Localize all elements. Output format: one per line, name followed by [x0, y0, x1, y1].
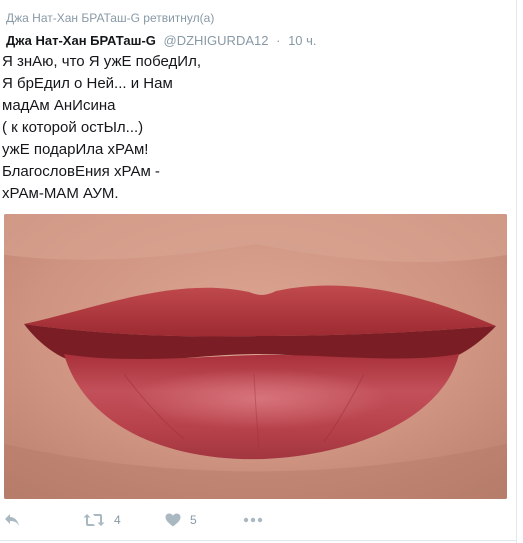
more-button[interactable]: [243, 508, 263, 532]
tweet-text: Я знАю, что Я ужЕ победИл, Я брЕдил о Не…: [2, 51, 201, 205]
tweet-card[interactable]: Джа Нат-Хан БРАТаш-G ретвитнул(а) Джа На…: [0, 0, 517, 543]
lips-photo: [4, 214, 507, 499]
tweet-text-line: ужЕ подарИла хРАм!: [2, 141, 149, 158]
like-count: 5: [190, 513, 197, 527]
retweet-button[interactable]: 4: [83, 508, 121, 532]
more-dots-icon: [243, 517, 263, 523]
author-handle[interactable]: @DZHIGURDA12: [164, 33, 269, 48]
heart-icon: [165, 513, 181, 527]
card-bottom-divider: [0, 540, 516, 541]
tweet-timestamp[interactable]: 10 ч.: [288, 33, 316, 48]
author-name[interactable]: Джа Нат-Хан БРАТаш-G: [6, 33, 156, 48]
retweet-count: 4: [114, 513, 121, 527]
retweet-context: Джа Нат-Хан БРАТаш-G ретвитнул(а): [6, 11, 215, 25]
tweet-header: Джа Нат-Хан БРАТаш-G @DZHIGURDA12 · 10 ч…: [6, 33, 317, 48]
retweet-icon: [83, 513, 105, 527]
tweet-text-line: Я знАю, что Я ужЕ победИл,: [2, 53, 202, 70]
tweet-text-line: Я брЕдил о Ней... и Нам: [2, 75, 173, 92]
tweet-text-line: хРАм-МАМ АУМ.: [2, 185, 119, 202]
like-button[interactable]: 5: [165, 508, 197, 532]
tweet-actions: 4 5: [0, 508, 516, 532]
tweet-media-photo[interactable]: [4, 214, 507, 499]
tweet-text-line: БлагословЕния хРАм -: [2, 163, 160, 180]
reply-button[interactable]: [4, 508, 20, 532]
header-separator: ·: [276, 33, 281, 48]
tweet-text-line: ( к которой остЫл...): [2, 119, 144, 136]
reply-icon: [4, 513, 20, 527]
tweet-text-line: мадАм АнИсина: [2, 97, 116, 114]
